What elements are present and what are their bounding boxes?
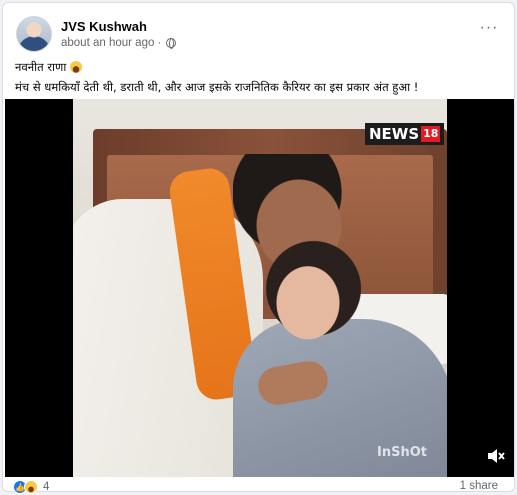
video-player[interactable]: NEWS 18 InShOt — [5, 99, 514, 477]
share-count-link[interactable]: 1 share — [460, 480, 498, 492]
post-footer: 👍 4 1 share — [13, 480, 504, 494]
news18-logo: NEWS 18 — [365, 123, 445, 145]
speaker-muted-icon[interactable] — [486, 447, 506, 465]
post-text: नवनीत राणा मंच से धमकियाँ देती थी, डराती… — [15, 57, 502, 97]
post-card: JVS Kushwah about an hour ago · ··· नवनी… — [2, 2, 515, 494]
post-text-line-2: मंच से धमकियाँ देती थी, डराती थी, और आज … — [15, 80, 419, 94]
meta-separator: · — [157, 37, 162, 49]
post-meta: about an hour ago · — [61, 37, 177, 49]
haha-reaction-icon — [24, 480, 38, 494]
inshot-watermark: InShOt — [377, 445, 427, 460]
author-name[interactable]: JVS Kushwah — [61, 19, 147, 34]
post-header: JVS Kushwah about an hour ago · ··· — [13, 15, 504, 55]
laughing-emoji-icon — [70, 61, 83, 73]
post-time[interactable]: about an hour ago — [61, 37, 154, 49]
reaction-count: 4 — [43, 481, 50, 493]
reactions-summary[interactable]: 👍 4 — [13, 480, 49, 494]
more-options-button[interactable]: ··· — [476, 19, 502, 41]
globe-icon[interactable] — [166, 38, 177, 49]
video-frame: NEWS 18 — [73, 99, 447, 477]
woman-head-shape — [253, 239, 363, 349]
author-avatar[interactable] — [16, 16, 52, 52]
post-text-line-1: नवनीत राणा — [15, 57, 502, 77]
